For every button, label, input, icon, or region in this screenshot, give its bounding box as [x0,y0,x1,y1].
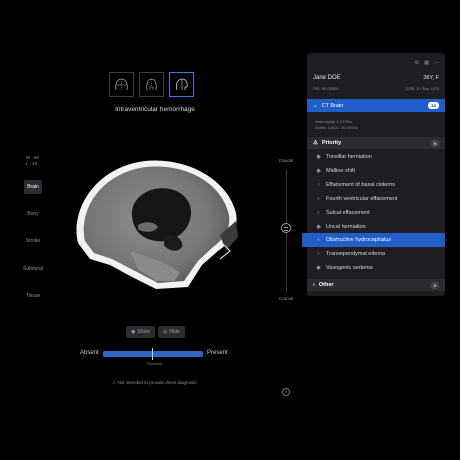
finding-item-selected[interactable]: ‹ Obstructive hydrocephalus [302,233,445,247]
head-front-icon [115,78,128,91]
settings-icon[interactable]: ⚙ [415,60,419,66]
ct-scan-image[interactable] [70,155,240,290]
show-button[interactable]: ◉ Show [126,326,155,338]
patient-name: Jane DOE [313,75,341,81]
threshold-present-label: Present [207,350,228,356]
selection-pointer [302,233,307,247]
finding-title: Intraventricular hemorrhage [115,106,195,113]
chevron-left-icon: ‹ [317,237,320,243]
patient-dob: DOB: 10 Sep 1974 [405,86,439,91]
study-header[interactable]: ⌄ CT Brain 14 [307,99,445,112]
finding-label: Sulcal effacement [326,210,370,216]
preset-tissue-button[interactable]: Tissue [16,293,50,299]
finding-label: Vasogenic oedema [326,265,373,271]
preset-subdural-button[interactable]: Subdural [16,266,50,272]
chevron-left-icon: ‹ [317,251,320,257]
finding-item[interactable]: ◉ Tonsillar herniation [307,150,445,164]
finding-label: Uncal herniation [326,224,366,230]
minimize-icon[interactable]: — [434,60,439,66]
threshold-caption: Threshold [146,362,162,366]
eye-icon: ◉ [131,329,136,335]
finding-item[interactable]: ◉ Vasogenic oedema [307,261,445,275]
preset-brain-button[interactable]: Brain [24,180,42,194]
preset-bony-button[interactable]: Bony [16,211,50,217]
patient-age-sex: 36Y, F [423,75,440,81]
view-sagittal-button[interactable] [169,72,194,97]
finding-label: Fourth ventricular effacement [326,196,398,202]
view-selector [109,72,194,97]
slider-cranial-label: Cranial [278,296,294,301]
finding-item[interactable]: ‹ Sulcal effacement [307,206,445,220]
study-meta-line2: Series 3 ACC: 00.00000 [315,125,358,130]
finding-item[interactable]: ‹ Fourth ventricular effacement [307,192,445,206]
chevron-right-icon: › [313,282,315,288]
view-coronal-button[interactable] [109,72,134,97]
finding-item[interactable]: ◉ Uncal herniation [307,220,445,234]
head-top-icon [146,78,157,91]
finding-item[interactable]: ‹ Transependymal edema [307,247,445,261]
priority-label: Priority [321,140,342,146]
chevron-down-icon: ⌄ [313,102,318,109]
hide-label: Hide [169,329,180,335]
view-axial-button[interactable] [139,72,164,97]
grid-icon[interactable]: ▦ [424,60,429,66]
finding-label: Midline shift [326,168,356,174]
finding-label: Obstructive hydrocephalus [326,237,392,243]
hide-button[interactable]: ◎ Hide [158,326,185,338]
study-title: CT Brain [321,102,344,109]
finding-item[interactable]: ‹ Effacement of basal cisterns [307,178,445,192]
chevron-left-icon: ‹ [317,210,320,216]
finding-label: Effacement of basal cisterns [326,182,395,188]
head-side-icon [175,78,188,91]
priority-count-badge: 9 [430,139,439,147]
warning-icon: ⚠ [313,140,318,146]
eye-icon: ◉ [316,265,321,271]
disclaimer: ⚠ Not intended to provide direct diagnos… [80,380,230,386]
finding-label: Transependymal edema [326,251,386,257]
window-level-readout: W : 80 L : 40 [26,155,39,167]
eye-icon: ◉ [316,154,321,160]
finding-label: Tonsillar herniation [326,154,372,160]
eye-icon: ◉ [316,168,321,174]
panel-toolbar: ⚙ ▦ — [415,60,439,66]
threshold-marker[interactable] [152,348,153,360]
study-meta-line1: Head spiral 1.0 H31s [315,119,353,124]
eye-icon: ◉ [316,224,321,230]
chevron-left-icon: ‹ [317,182,320,188]
info-icon[interactable]: i [282,388,290,396]
other-section-header[interactable]: › Other 5 [307,279,445,291]
patient-id: PID: 00.00000 [313,86,339,91]
study-count-badge: 14 [427,102,439,109]
chevron-left-icon: ‹ [317,196,320,202]
other-count-badge: 5 [430,281,439,289]
findings-panel: ⚙ ▦ — Jane DOE 36Y, F PID: 00.00000 DOB:… [302,53,445,296]
show-label: Show [137,329,150,335]
slice-slider-thumb[interactable] [281,223,291,233]
preset-stroke-button[interactable]: Stroke [16,238,50,244]
other-label: Other [318,282,334,288]
window-level: L : 40 [26,161,38,166]
threshold-bar[interactable] [103,351,203,357]
eye-off-icon: ◎ [163,329,168,335]
finding-item[interactable]: ◉ Midline shift [307,164,445,178]
slider-caudal-label: Caudal [278,158,294,163]
threshold-absent-label: Absent [80,350,99,356]
warning-icon: ⚠ [112,380,117,385]
priority-section-header[interactable]: ⚠ Priority 9 [307,137,445,149]
disclaimer-text: Not intended to provide direct diagnosis… [117,380,198,385]
